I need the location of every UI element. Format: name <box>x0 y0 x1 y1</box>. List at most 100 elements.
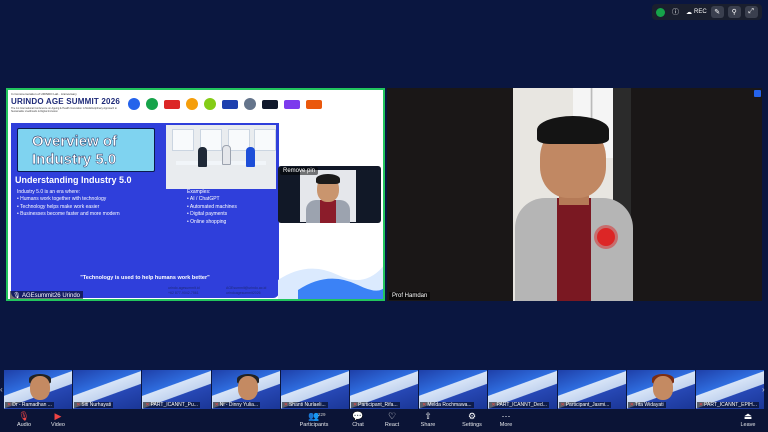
remove-pin-button[interactable]: Remove pin <box>280 167 319 175</box>
leave-icon: ⏏ <box>743 411 753 421</box>
pinned-video <box>300 170 356 223</box>
logo-icon <box>244 98 256 110</box>
cloud-icon: ☁ <box>686 9 692 16</box>
speaker-name: Prof Hamdan <box>389 292 431 300</box>
mic-off-icon: ✕ <box>7 402 12 408</box>
example-item: • Online shopping <box>187 218 227 225</box>
participant-name: PART_ICANNT_EPIH... <box>704 402 757 408</box>
people-icon: 👥 <box>308 411 320 421</box>
slide-commemoration: In Commemoration of URINDO Lab · Anniver… <box>11 92 77 96</box>
participant-name: Melda Rochmawa... <box>427 402 472 408</box>
contact-instagram: urindoagesummit2026 <box>226 291 261 295</box>
mic-off-icon: ✕ <box>145 402 150 408</box>
slide-quote: "Technology is used to help humans work … <box>80 275 210 281</box>
mic-off-icon: ✕ <box>76 402 81 408</box>
share-screen-icon: ⇧ <box>424 411 432 421</box>
participants-count: 229 <box>318 412 326 417</box>
expand-icon[interactable]: ⤢ <box>744 6 758 18</box>
pin-icon[interactable]: ⚲ <box>727 6 741 18</box>
example-item: • AI / ChatGPT <box>187 196 220 203</box>
participants-button[interactable]: 👥 229 Participants <box>294 411 334 428</box>
section-title: Understanding Industry 5.0 <box>15 175 132 185</box>
more-icon: ⋯ <box>501 411 511 421</box>
participant-tile[interactable]: ✕ Participant_Jasmi... <box>557 370 626 409</box>
participant-tile[interactable]: ✕ PART_ICANNT_EPIH... <box>695 370 765 409</box>
point-item: • Businesses become faster and more mode… <box>17 211 120 218</box>
slide-subtitle: The 1st International Conference on Agei… <box>11 107 117 113</box>
info-icon[interactable]: ⓘ <box>669 6 682 18</box>
pinned-video-tile[interactable]: Remove pin <box>278 166 381 223</box>
mic-off-icon: ✕ <box>283 402 288 408</box>
participant-tile[interactable]: ✕ PART_ICANNT_Pu... <box>142 370 211 409</box>
more-button[interactable]: ⋯ More <box>486 411 526 428</box>
mic-off-icon: 🎙 <box>13 293 21 299</box>
examples-list: Examples: • AI / ChatGPT • Automated mac… <box>187 189 237 226</box>
shield-icon <box>656 7 665 17</box>
participant-name: Tita Widayati <box>634 402 664 408</box>
participant-tile[interactable]: ✕ Shanti Nurlaeli... <box>280 370 349 409</box>
logo-icon <box>262 99 278 109</box>
participant-tile[interactable]: ✕ Melda Rochmawa... <box>419 370 488 409</box>
gallery-next-icon[interactable]: › <box>762 385 765 394</box>
edit-icon[interactable]: ✎ <box>710 6 724 18</box>
mic-off-icon: ✕ <box>629 402 634 408</box>
participant-name: Participant_Jasmi... <box>565 402 610 408</box>
rec-label: REC <box>694 9 707 15</box>
participant-name: Dr - Ramadhan ... <box>12 402 52 408</box>
mic-off-icon: ✕ <box>560 402 565 408</box>
participant-tile[interactable]: ✕ Participant_Rifa... <box>349 370 419 409</box>
examples-label: Examples: <box>187 189 211 195</box>
logo-icon <box>284 99 300 109</box>
point-item: • Humans work together with technology <box>17 196 107 203</box>
mic-off-icon: ✕ <box>698 402 704 408</box>
share-button[interactable]: ⇧ Share <box>408 411 448 428</box>
contact-phone: +62 877-9042-7561 <box>168 291 199 295</box>
share-caption: 🎙 AGEsummit26 Urindo <box>10 291 83 299</box>
participant-gallery: ✕ Dr - Ramadhan ... ✕ Siti Nurhayati ✕ PART… <box>4 370 765 409</box>
video-button[interactable]: ▶ Video <box>38 411 78 428</box>
participant-name: Shanti Nurlaeli... <box>288 402 326 408</box>
share-caption-text: AGEsummit26 Urindo <box>21 293 80 299</box>
intro-list: Industry 5.0 is an era where: • Humans w… <box>17 189 120 219</box>
meeting-status-bar: ⓘ ☁ REC ✎ ⚲ ⤢ <box>652 4 762 20</box>
participant-tile[interactable]: ✕ Tita Widayati <box>626 370 695 409</box>
example-item: • Digital payments <box>187 211 228 218</box>
participant-tile[interactable]: ✕ Dr - Ramadhan ... <box>4 370 73 409</box>
participant-name: PART_ICANNT_Pu... <box>150 402 198 408</box>
gallery-prev-icon[interactable]: ‹ <box>0 385 3 394</box>
slide-header: In Commemoration of URINDO Lab · Anniver… <box>8 90 383 123</box>
point-item: • Technology helps make work easier <box>17 203 100 210</box>
participant-name: PART_ICANNT_Ded... <box>496 402 547 408</box>
camera-off-icon: ▶ <box>54 411 62 421</box>
participant-name: Siti Nurhayati <box>81 402 112 408</box>
react-button[interactable]: ♡ React <box>372 411 412 428</box>
slide-title: URINDO AGE SUMMIT 2026 <box>11 97 121 106</box>
participant-tile[interactable]: ✕ Ni - Dinny Yulia... <box>211 370 280 409</box>
participant-tile[interactable]: ✕ Siti Nurhayati <box>73 370 142 409</box>
logo-icon <box>164 99 180 109</box>
intro-text: Industry 5.0 is an era where: <box>17 189 81 195</box>
overview-title: Overview of Industry 5.0 <box>32 133 118 168</box>
office-photo <box>166 125 276 189</box>
speaker-shirt <box>557 198 591 301</box>
wave-decoration <box>278 266 383 299</box>
leave-button[interactable]: ⏏ Leave <box>728 411 768 428</box>
speaker-video[interactable]: Prof Hamdan <box>387 88 762 301</box>
video-options-icon[interactable] <box>754 90 761 97</box>
participant-name: Ni - Dinny Yulia... <box>219 402 259 408</box>
slide-body: Overview of Industry 5.0 Understanding I… <box>11 123 279 298</box>
contacts-right: AGEsummit@urindo.ac.id urindoagesummit20… <box>226 286 266 296</box>
contacts-left: urindo.agesummit.id +62 877-9042-7561 <box>168 286 200 296</box>
flower-pin-icon <box>597 228 615 246</box>
heart-icon: ♡ <box>387 411 397 421</box>
participant-name: Participant_Rifa... <box>358 402 398 408</box>
mic-off-icon: ✕ <box>352 402 358 408</box>
logo-icon <box>128 98 140 110</box>
example-item: • Automated machines <box>187 203 237 210</box>
logo-icon <box>204 98 216 110</box>
mic-off-icon: ✕ <box>491 402 496 408</box>
participant-tile[interactable]: ✕ PART_ICANNT_Ded... <box>488 370 557 409</box>
mic-off-icon: ✕ <box>422 402 427 408</box>
mic-off-icon: ✕ <box>214 402 219 408</box>
logo-icon <box>306 99 322 109</box>
